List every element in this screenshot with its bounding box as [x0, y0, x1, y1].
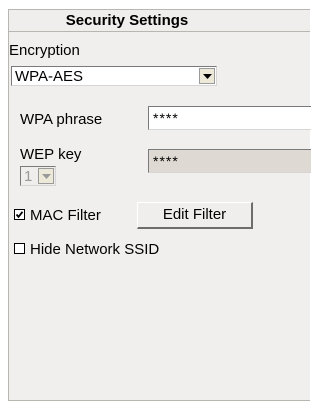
encryption-select-value: WPA-AES: [15, 68, 84, 85]
wpa-phrase-input[interactable]: ****: [148, 106, 311, 130]
mac-filter-checkbox[interactable]: [14, 209, 25, 220]
wep-key-index-select: 1: [20, 166, 56, 186]
hide-ssid-checkbox[interactable]: [14, 243, 25, 254]
edit-filter-button[interactable]: Edit Filter: [137, 202, 253, 229]
security-settings-panel: Security Settings Encryption WPA-AES WPA…: [8, 9, 311, 401]
hide-ssid-label[interactable]: Hide Network SSID: [30, 241, 159, 258]
wep-key-index-value: 1: [24, 168, 33, 185]
panel-title: Security Settings: [65, 12, 189, 29]
wep-key-input: ****: [148, 149, 311, 173]
wep-key-label: WEP key: [20, 146, 82, 163]
mac-filter-label[interactable]: MAC Filter: [30, 207, 101, 224]
panel-header: Security Settings: [9, 10, 310, 32]
wpa-phrase-label: WPA phrase: [20, 111, 103, 128]
checkmark-icon: [15, 211, 24, 219]
chevron-down-icon[interactable]: [199, 68, 215, 84]
encryption-select[interactable]: WPA-AES: [11, 66, 217, 86]
chevron-down-icon: [38, 168, 54, 184]
encryption-label: Encryption: [9, 42, 80, 59]
